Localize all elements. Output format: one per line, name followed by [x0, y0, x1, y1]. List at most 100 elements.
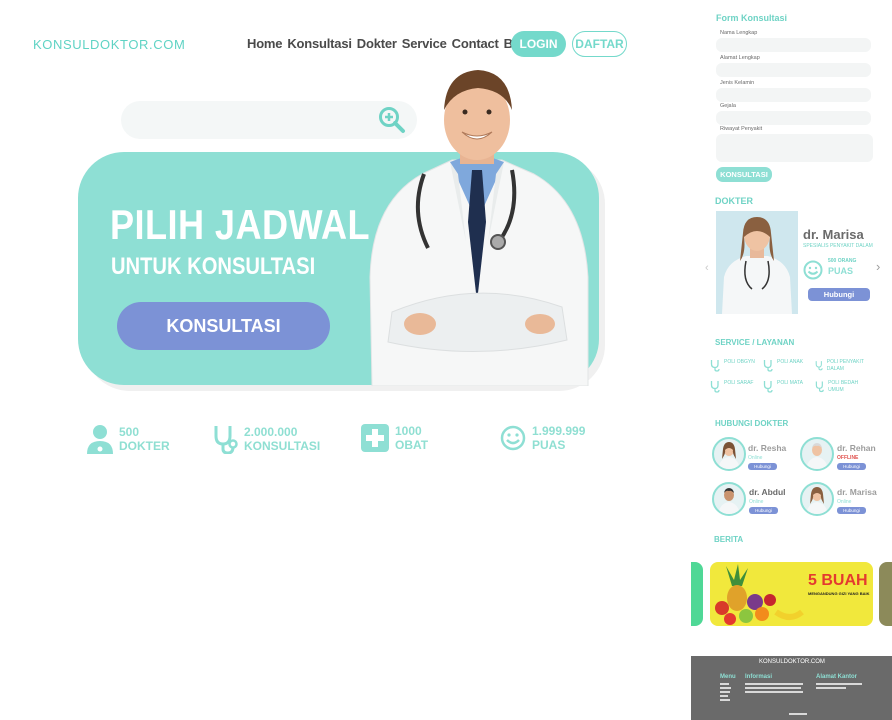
input-alamat[interactable]: [716, 63, 871, 77]
footer-menu-link[interactable]: [720, 691, 730, 693]
form-title: Form Konsultasi: [716, 13, 788, 23]
footer-menu-heading: Menu: [720, 674, 736, 680]
smiley-icon: [500, 425, 526, 451]
dokter-name: dr. Marisa: [803, 227, 864, 242]
nav-konsultasi[interactable]: Konsultasi: [287, 36, 352, 51]
hubungi-name: dr. Abdul: [749, 487, 786, 497]
berita-headline: 5 BUAH: [808, 572, 868, 589]
stethoscope-icon: [763, 381, 773, 393]
service-item[interactable]: POLI SARAF: [710, 380, 753, 393]
hubungi-status: Online: [748, 455, 763, 461]
form-submit-button[interactable]: KONSULTASI: [716, 167, 772, 182]
stat-konsultasi: 2.000.000 KONSULTASI: [212, 424, 320, 454]
service-item[interactable]: POLI ANAK: [763, 359, 803, 372]
stat-label: KONSULTASI: [244, 439, 321, 453]
register-button[interactable]: DAFTAR: [572, 31, 627, 57]
service-item[interactable]: POLI PENYAKIT DALAM: [815, 359, 871, 373]
hubungi-button[interactable]: Hubungi: [749, 507, 778, 514]
hubungi-name: dr. Marisa: [837, 487, 877, 497]
hubungi-button[interactable]: Hubungi: [837, 507, 866, 514]
carousel-prev-icon[interactable]: ‹: [705, 262, 709, 274]
service-item[interactable]: POLI BEDAH UMUM: [815, 380, 871, 394]
footer-menu-link[interactable]: [720, 699, 730, 701]
hubungi-status: Online: [837, 499, 852, 505]
avatar: [800, 437, 834, 471]
dokter-section-title: DOKTER: [715, 196, 753, 206]
dokter-puas: PUAS: [828, 266, 854, 276]
nav-home[interactable]: Home: [247, 36, 283, 51]
stat-number: 2.000.000: [244, 425, 298, 439]
field-label-gejala: Gejala: [720, 103, 736, 109]
stat-dokter: 500 DOKTER: [87, 424, 170, 454]
hubungi-status: Online: [749, 499, 764, 505]
stethoscope-icon: [763, 360, 773, 372]
doctor-marisa-photo: [716, 211, 798, 314]
field-label-jenis-kelamin: Jenis Kelamin: [720, 80, 755, 86]
input-riwayat[interactable]: [716, 134, 873, 162]
stat-puas: 1.999.999 PUAS: [500, 424, 585, 452]
field-label-nama: Nama Lengkap: [720, 30, 758, 36]
nav-contact[interactable]: Contact: [452, 36, 499, 51]
stat-label: OBAT: [395, 438, 429, 452]
hero-subtitle: UNTUK KONSULTASI: [111, 253, 316, 280]
footer-address-text: [816, 683, 862, 685]
stethoscope-icon: [710, 381, 720, 393]
stethoscope-icon: [815, 361, 823, 371]
berita-next-card[interactable]: [879, 562, 892, 626]
hubungi-name: dr. Resha: [748, 443, 787, 453]
hubungi-status: OFFLINE: [837, 455, 859, 461]
footer-info-text: [745, 687, 801, 689]
stat-label: DOKTER: [119, 439, 170, 453]
site-logo[interactable]: KONSULDOKTOR.COM: [33, 37, 185, 52]
service-item[interactable]: POLI OBGYN: [710, 359, 755, 372]
stat-number: 500: [119, 425, 140, 439]
avatar: [800, 482, 834, 516]
dokter-specialty: SPESIALIS PENYAKIT DALAM: [803, 243, 873, 249]
smiley-icon: [803, 260, 823, 280]
footer-address-text: [816, 687, 846, 689]
stat-obat: 1000 OBAT: [361, 424, 428, 452]
footer-menu-link[interactable]: [720, 687, 731, 689]
hubungi-section-title: HUBUNGI DOKTER: [715, 419, 789, 428]
hero-konsultasi-button[interactable]: KONSULTASI: [117, 302, 330, 350]
berita-tagline: MENGANDUNG GIZI YANG BAIK: [808, 591, 870, 596]
stat-number: 1.999.999: [532, 424, 586, 438]
carousel-next-icon[interactable]: ›: [876, 259, 880, 274]
hubungi-button[interactable]: Hubungi: [748, 463, 777, 470]
avatar: [712, 482, 746, 516]
field-label-alamat: Alamat Lengkap: [720, 55, 760, 61]
footer-logo: KONSULDOKTOR.COM: [759, 659, 825, 665]
stat-label: PUAS: [532, 438, 566, 452]
login-button[interactable]: LOGIN: [511, 31, 566, 57]
service-section-title: SERVICE / LAYANAN: [715, 338, 795, 347]
berita-prev-card[interactable]: [691, 562, 703, 626]
footer: KONSULDOKTOR.COM Menu Informasi Alamat K…: [691, 656, 892, 720]
footer-alamat-heading: Alamat Kantor: [816, 674, 858, 680]
footer-info-text: [745, 691, 803, 693]
stat-number: 1000: [395, 424, 422, 438]
nav-service[interactable]: Service: [402, 36, 447, 51]
nav-dokter[interactable]: Dokter: [357, 36, 397, 51]
berita-card[interactable]: 5 BUAH MENGANDUNG GIZI YANG BAIK: [710, 562, 873, 626]
input-jenis-kelamin[interactable]: [716, 88, 871, 102]
field-label-riwayat: Riwayat Penyakit: [720, 126, 763, 132]
stethoscope-icon: [710, 360, 720, 372]
main-nav: Home Konsultasi Dokter Service Contact B…: [247, 36, 540, 51]
input-gejala[interactable]: [716, 111, 871, 125]
berita-section-title: BERITA: [714, 535, 744, 544]
input-nama[interactable]: [716, 38, 871, 52]
medical-cross-icon: [361, 424, 389, 452]
dokter-count: 500 ORANG: [828, 258, 857, 264]
footer-menu-link[interactable]: [720, 695, 728, 697]
hubungi-button[interactable]: Hubungi: [837, 463, 866, 470]
service-item[interactable]: POLI MATA: [763, 380, 803, 393]
footer-menu-link[interactable]: [720, 683, 729, 685]
footer-info-text: [745, 683, 803, 685]
stethoscope-icon: [815, 381, 824, 393]
doctor-photo: [369, 70, 589, 386]
hero-title: PILIH JADWAL: [110, 201, 371, 248]
avatar: [712, 437, 746, 471]
doctor-icon: [87, 425, 113, 454]
dokter-hubungi-button[interactable]: Hubungi: [808, 288, 870, 301]
footer-copyright: [789, 713, 807, 715]
